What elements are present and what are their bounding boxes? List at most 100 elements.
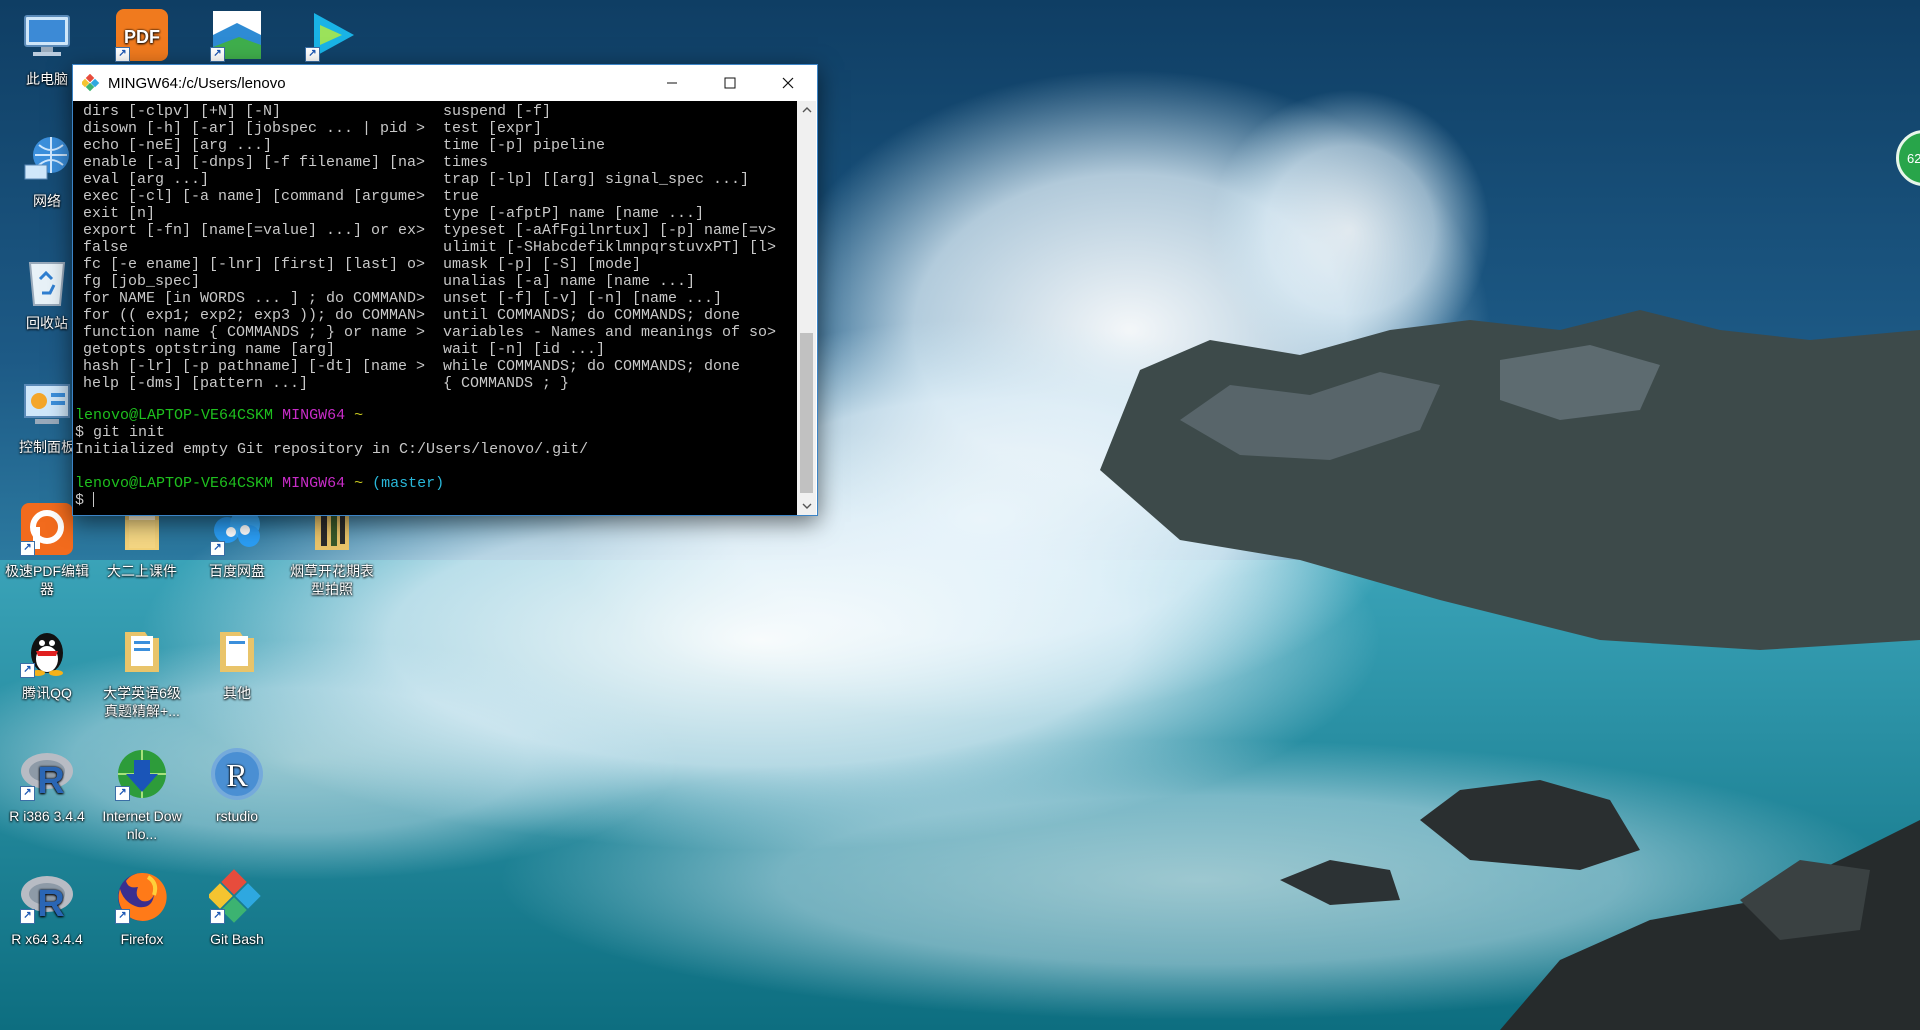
help-line: function name { COMMANDS ; } or name > xyxy=(83,324,426,341)
chevron-down-icon xyxy=(802,503,811,509)
help-line: until COMMANDS; do COMMANDS; done xyxy=(443,307,741,324)
help-line: type [-afptP] name [name ...] xyxy=(443,205,705,222)
r-icon: R ↗ xyxy=(18,868,76,926)
svg-text:R: R xyxy=(37,760,64,799)
computer-icon xyxy=(18,8,76,66)
prompt-system: MINGW64 xyxy=(282,475,346,492)
shortcut-arrow-icon: ↗ xyxy=(20,786,35,801)
network-icon xyxy=(18,130,76,188)
scroll-down-button[interactable] xyxy=(797,497,816,515)
firefox-icon: ↗ xyxy=(113,868,171,926)
window-title: MINGW64:/c/Users/lenovo xyxy=(108,74,286,92)
desktop-icon-git-bash[interactable]: ↗ Git Bash xyxy=(192,868,282,948)
chevron-up-icon xyxy=(802,107,811,113)
help-line: suspend [-f] xyxy=(443,103,552,120)
shortcut-arrow-icon: ↗ xyxy=(20,541,35,556)
desktop-icon-app-shortcut[interactable]: ↗ xyxy=(192,6,282,68)
text-cursor xyxy=(93,492,95,507)
desktop-icon-qq[interactable]: ↗ 腾讯QQ xyxy=(2,622,92,702)
svg-text:PDF: PDF xyxy=(124,27,160,47)
desktop-icon-r-x64[interactable]: R ↗ R x64 3.4.4 xyxy=(2,868,92,948)
desktop-icon-r-i386[interactable]: R ↗ R i386 3.4.4 xyxy=(2,745,92,825)
desktop-icon-folder-english[interactable]: 大学英语6级真题精解+... xyxy=(97,622,187,720)
desktop-icon-label: 大二上课件 xyxy=(107,563,177,579)
badge-count: 62 xyxy=(1907,150,1920,166)
scrollbar-thumb[interactable] xyxy=(800,333,813,493)
close-icon xyxy=(782,77,794,89)
help-line: disown [-h] [-ar] [jobspec ... | pid > xyxy=(83,120,426,137)
help-line: true xyxy=(443,188,480,205)
active-input-line[interactable]: $ xyxy=(75,492,95,509)
help-line: help [-dms] [pattern ...] xyxy=(83,375,309,392)
help-line: enable [-a] [-dnps] [-f filename] [na> xyxy=(83,154,426,171)
desktop-icon-label: rstudio xyxy=(215,808,259,824)
help-line: test [expr] xyxy=(443,120,543,137)
desktop-icon-label: 腾讯QQ xyxy=(22,685,72,701)
help-line: variables - Names and meanings of so> xyxy=(443,324,777,341)
shortcut-arrow-icon: ↗ xyxy=(210,541,225,556)
scroll-up-button[interactable] xyxy=(797,101,816,119)
git-bash-icon xyxy=(82,74,100,92)
recycle-bin-icon xyxy=(18,252,76,310)
help-line: getopts optstring name [arg] xyxy=(83,341,336,358)
pdf-editor-icon: ↗ xyxy=(18,500,76,558)
desktop-icon-video-shortcut[interactable]: ↗ xyxy=(287,6,377,68)
command-output: Initialized empty Git repository in C:/U… xyxy=(75,441,589,458)
shortcut-arrow-icon: ↗ xyxy=(305,47,320,62)
desktop-icon-label: Internet Downlo... xyxy=(102,808,182,842)
desktop-icon-rstudio[interactable]: R rstudio xyxy=(192,745,282,825)
help-line: times xyxy=(443,154,489,171)
shortcut-arrow-icon: ↗ xyxy=(210,909,225,924)
maximize-button[interactable] xyxy=(701,65,759,101)
command-line: $ git init xyxy=(75,424,166,441)
svg-text:R: R xyxy=(37,883,64,922)
maximize-icon xyxy=(724,77,736,89)
prompt-line: lenovo@LAPTOP-VE64CSKM MINGW64 ~ (master… xyxy=(75,475,444,492)
prompt-user: lenovo@LAPTOP-VE64CSKM xyxy=(75,475,274,492)
shortcut-arrow-icon: ↗ xyxy=(115,909,130,924)
desktop-icon-label: 极速PDF编辑器 xyxy=(5,563,89,597)
prompt-line: lenovo@LAPTOP-VE64CSKM MINGW64 ~ xyxy=(75,407,363,424)
desktop-icon-firefox[interactable]: ↗ Firefox xyxy=(97,868,187,948)
minimize-button[interactable] xyxy=(643,65,701,101)
help-line: export [-fn] [name[=value] ...] or ex> xyxy=(83,222,426,239)
desktop-icon-label: Git Bash xyxy=(210,931,264,947)
desktop-icon-label: 大学英语6级真题精解+... xyxy=(103,685,181,719)
shortcut-arrow-icon: ↗ xyxy=(115,786,130,801)
desktop-icon-idm[interactable]: ↗ Internet Downlo... xyxy=(97,745,187,843)
help-line: echo [-neE] [arg ...] xyxy=(83,137,273,154)
qq-icon: ↗ xyxy=(18,622,76,680)
video-player-shortcut-icon: ↗ xyxy=(303,6,361,64)
shortcut-arrow-icon: ↗ xyxy=(115,47,130,62)
help-line: ulimit [-SHabcdefiklmnpqrstuvxPT] [l> xyxy=(443,239,777,256)
vertical-scrollbar[interactable] xyxy=(797,101,816,515)
help-line: umask [-p] [-S] [mode] xyxy=(443,256,642,273)
prompt-directory: ~ xyxy=(354,475,364,492)
help-line: eval [arg ...] xyxy=(83,171,210,188)
window-titlebar[interactable]: MINGW64:/c/Users/lenovo xyxy=(73,65,817,101)
help-column-right: suspend [-f] test [expr] time [-p] pipelin… xyxy=(443,103,776,392)
control-panel-icon xyxy=(18,376,76,434)
help-column-left: dirs [-clpv] [+N] [-N] disown [-h] [-ar] … xyxy=(83,103,425,392)
help-line: unset [-f] [-v] [-n] [name ...] xyxy=(443,290,723,307)
shortcut-arrow-icon: ↗ xyxy=(210,47,225,62)
help-line: for (( exp1; exp2; exp3 )); do COMMAN> xyxy=(83,307,426,324)
desktop-icon-pdf-shortcut[interactable]: PDF ↗ xyxy=(97,6,187,68)
close-button[interactable] xyxy=(759,65,817,101)
desktop-icon-label: Firefox xyxy=(120,931,164,947)
prompt-symbol: $ xyxy=(75,492,94,509)
shortcut-arrow-icon: ↗ xyxy=(20,663,35,678)
desktop-icon-label: 烟草开花期表型拍照 xyxy=(290,563,374,597)
help-line: wait [-n] [id ...] xyxy=(443,341,606,358)
desktop-icon-label: 其他 xyxy=(223,685,251,701)
terminal-window[interactable]: MINGW64:/c/Users/lenovo dirs [-clpv] [+N… xyxy=(72,64,818,516)
prompt-system: MINGW64 xyxy=(282,407,346,424)
folder-icon xyxy=(208,622,266,680)
internet-download-manager-icon: ↗ xyxy=(113,745,171,803)
help-line: fc [-e ename] [-lnr] [first] [last] o> xyxy=(83,256,426,273)
desktop-icon-label: R i386 3.4.4 xyxy=(9,808,85,824)
terminal-output[interactable]: dirs [-clpv] [+N] [-N] disown [-h] [-ar] … xyxy=(73,101,797,515)
desktop-icon-folder-other[interactable]: 其他 xyxy=(192,622,282,702)
pdf-editor-shortcut-icon: PDF ↗ xyxy=(113,6,171,64)
help-line: false xyxy=(83,239,129,256)
